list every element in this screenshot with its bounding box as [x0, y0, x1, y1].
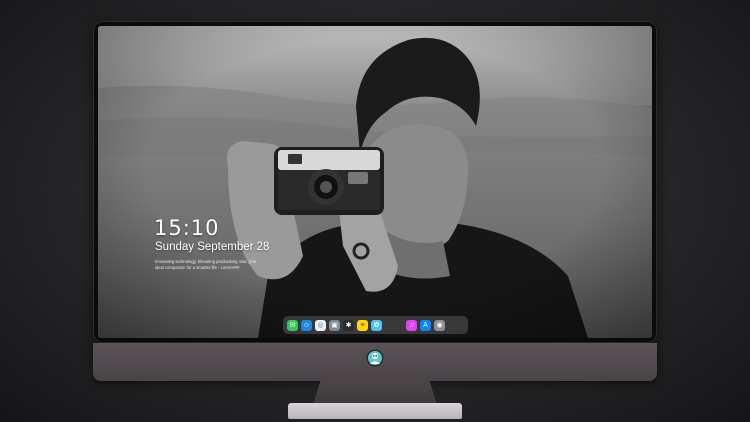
clapper-icon[interactable]: ✱: [343, 319, 354, 331]
monitor-stand-neck: [313, 381, 437, 405]
dock: ✉ ☺ ◎ ▣ ✱ ≡ ✿ ♫ A ◉: [283, 316, 468, 334]
app-store-icon[interactable]: A: [420, 319, 431, 331]
lock-date: Sunday September 28: [155, 241, 270, 253]
camera-icon[interactable]: ◉: [434, 319, 445, 331]
brand-logo-icon: [366, 349, 384, 367]
wallpaper: [98, 26, 652, 338]
lock-clock: 15:10: [154, 216, 220, 240]
safari-icon[interactable]: ◎: [315, 319, 326, 331]
screen: 15:10 Sunday September 28 Innovating tec…: [98, 26, 652, 338]
finder-icon[interactable]: ☺: [301, 319, 312, 331]
messages-icon[interactable]: ✉: [287, 319, 298, 331]
notes-icon[interactable]: ≡: [357, 319, 368, 331]
lock-tagline: Innovating technology, Elevating product…: [155, 259, 257, 270]
music-icon[interactable]: ♫: [406, 319, 417, 331]
preview-icon[interactable]: ▣: [329, 319, 340, 331]
photos-icon[interactable]: ✿: [371, 319, 382, 331]
monitor-frame: 15:10 Sunday September 28 Innovating tec…: [93, 21, 657, 343]
monitor-stand-base: [288, 403, 462, 419]
